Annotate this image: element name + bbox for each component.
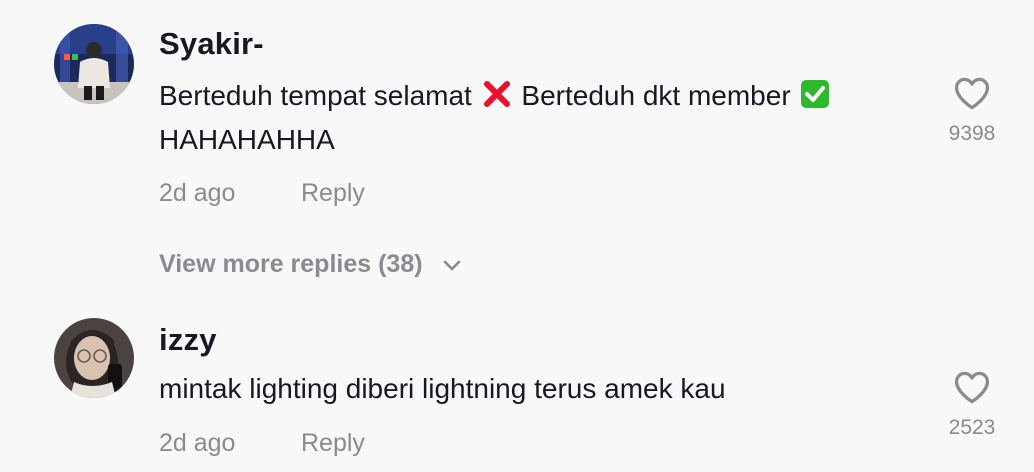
comment-timestamp: 2d ago	[159, 429, 236, 457]
comment-text: Berteduh tempat selamat Berteduh dkt mem…	[159, 74, 832, 162]
heart-icon[interactable]	[953, 370, 991, 404]
comment-username[interactable]: izzy	[159, 322, 217, 358]
like-group: 9398	[940, 76, 1004, 146]
comment-text-part: Berteduh dkt member	[521, 80, 791, 111]
view-more-replies-button[interactable]: View more replies (38)	[159, 250, 462, 279]
chevron-down-icon	[443, 261, 460, 271]
comment-text-line: mintak lighting diberi lightning terus a…	[159, 373, 726, 404]
comment-username[interactable]: Syakir-	[159, 26, 264, 62]
like-group: 2523	[940, 370, 1004, 440]
view-more-label: View more replies (38)	[159, 250, 423, 278]
comment-timestamp: 2d ago	[159, 179, 236, 207]
reply-button[interactable]: Reply	[301, 179, 365, 208]
comment-text-line: HAHAHAHHA	[159, 124, 335, 155]
comment-meta: 2d ago Reply	[159, 179, 365, 208]
comment-meta: 2d ago Reply	[159, 429, 365, 458]
like-count: 9398	[948, 122, 996, 145]
comment-text: mintak lighting diberi lightning terus a…	[159, 367, 726, 411]
reply-button[interactable]: Reply	[301, 429, 365, 458]
cross-mark-icon	[482, 79, 512, 109]
heart-icon[interactable]	[953, 76, 991, 110]
like-count: 2523	[948, 416, 996, 439]
check-mark-icon	[800, 79, 830, 109]
avatar[interactable]	[54, 24, 134, 104]
avatar[interactable]	[54, 318, 134, 398]
comment-text-part: Berteduh tempat selamat	[159, 80, 472, 111]
